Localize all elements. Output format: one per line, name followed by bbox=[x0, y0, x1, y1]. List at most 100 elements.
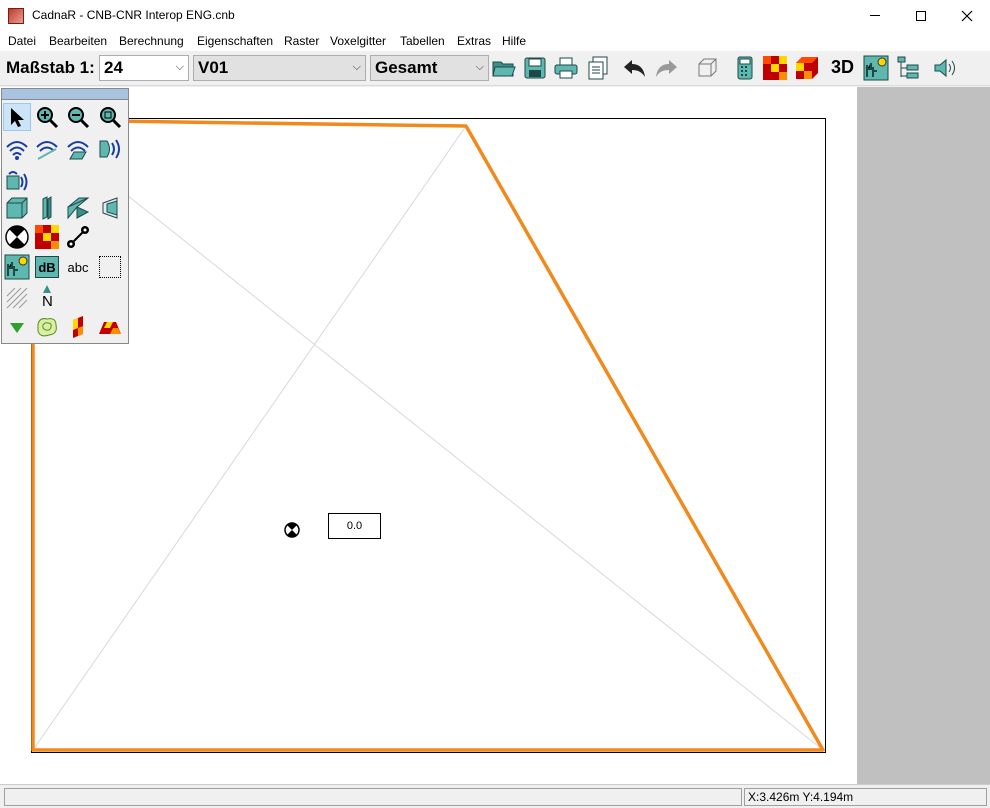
selection-rect-icon bbox=[99, 256, 121, 278]
cursor-coordinates: X:3.426m Y:4.194m bbox=[744, 788, 987, 806]
canvas-margin bbox=[857, 87, 990, 784]
menu-bar: Datei Bearbeiten Berechnung Eigenschafte… bbox=[0, 31, 990, 51]
chevron-down-icon: ⌵ bbox=[475, 61, 484, 73]
roof-icon bbox=[99, 322, 121, 334]
menu-hilfe[interactable]: Hilfe bbox=[502, 34, 526, 48]
menu-bearbeiten[interactable]: Bearbeiten bbox=[49, 34, 107, 48]
open-folder-icon[interactable] bbox=[491, 55, 517, 81]
db-label: dB bbox=[38, 259, 56, 275]
receiver-icon[interactable] bbox=[284, 522, 300, 538]
triangle-tool[interactable] bbox=[3, 313, 31, 341]
pointer-tool[interactable] bbox=[3, 103, 31, 131]
source-area-tool[interactable] bbox=[64, 135, 92, 163]
receiver-tool[interactable] bbox=[3, 223, 31, 251]
screen-icon bbox=[67, 197, 90, 220]
zoom-out-icon bbox=[68, 107, 90, 129]
source-box-icon bbox=[6, 171, 28, 191]
wall-icon bbox=[42, 196, 52, 220]
print-icon[interactable] bbox=[553, 55, 579, 81]
triangle-icon bbox=[10, 323, 24, 333]
save-icon[interactable] bbox=[522, 55, 548, 81]
calculator-icon[interactable] bbox=[732, 55, 758, 81]
measure-line-icon bbox=[67, 226, 89, 248]
variant-value: V01 bbox=[198, 58, 229, 77]
mode-value: Gesamt bbox=[375, 58, 438, 77]
barrier-tool[interactable] bbox=[96, 194, 124, 222]
speaker-icon[interactable] bbox=[932, 55, 958, 81]
title-bar: CadnaR - CNB-CNR Interop ENG.cnb bbox=[0, 0, 990, 31]
north-arrow-tool[interactable]: N bbox=[33, 284, 61, 312]
menu-raster[interactable]: Raster bbox=[284, 34, 319, 48]
redo-icon[interactable] bbox=[653, 55, 679, 81]
zoom-in-tool[interactable] bbox=[33, 103, 61, 131]
source-point-tool[interactable] bbox=[3, 135, 31, 163]
contour-icon bbox=[37, 318, 57, 337]
wall-tool[interactable] bbox=[33, 194, 61, 222]
minimize-button[interactable] bbox=[852, 0, 898, 31]
undo-icon[interactable] bbox=[622, 55, 648, 81]
menu-voxelgitter[interactable]: Voxelgitter bbox=[330, 34, 386, 48]
window-title: CadnaR - CNB-CNR Interop ENG.cnb bbox=[32, 8, 235, 22]
selection-rect-tool[interactable] bbox=[96, 253, 124, 281]
chevron-down-icon: ⌵ bbox=[352, 61, 361, 73]
barrier-icon bbox=[102, 197, 118, 219]
maximize-icon bbox=[916, 10, 926, 21]
source-area-icon bbox=[67, 141, 89, 160]
3d-view-button[interactable]: 3D bbox=[831, 57, 854, 78]
bitmap-tool[interactable] bbox=[3, 253, 31, 281]
text-tool[interactable]: abc bbox=[64, 253, 92, 281]
minimize-icon bbox=[870, 15, 880, 16]
grid-3d-icon[interactable] bbox=[794, 55, 820, 81]
bitmap-icon bbox=[4, 254, 30, 280]
menu-tabellen[interactable]: Tabellen bbox=[400, 34, 445, 48]
zoom-fit-tool[interactable] bbox=[96, 103, 124, 131]
source-box-tool[interactable] bbox=[3, 166, 31, 194]
scale-value: 24 bbox=[104, 58, 123, 77]
room-block-icon bbox=[6, 197, 28, 219]
scale-label: Maßstab 1: bbox=[6, 58, 95, 77]
bitmap-icon[interactable] bbox=[863, 55, 889, 81]
receiver-tool-icon bbox=[5, 225, 29, 249]
zoom-out-tool[interactable] bbox=[64, 103, 92, 131]
menu-extras[interactable]: Extras bbox=[457, 34, 491, 48]
text-icon: abc bbox=[67, 259, 89, 275]
palette-title-bar[interactable] bbox=[2, 89, 128, 100]
close-icon bbox=[961, 10, 973, 21]
grid-tool[interactable] bbox=[33, 223, 61, 251]
pointer-icon bbox=[11, 108, 24, 127]
grid-map-icon[interactable] bbox=[762, 55, 788, 81]
hatch-tool[interactable] bbox=[3, 284, 31, 312]
close-button[interactable] bbox=[944, 0, 990, 31]
guide-lines bbox=[32, 119, 824, 751]
grid-icon bbox=[35, 225, 59, 249]
receiver-level-label[interactable]: 0.0 bbox=[328, 513, 381, 539]
source-directional-tool[interactable] bbox=[96, 135, 124, 163]
copy-document-icon[interactable] bbox=[585, 55, 611, 81]
db-tool[interactable]: dB bbox=[33, 253, 61, 281]
mode-combo[interactable]: Gesamt ⌵ bbox=[370, 55, 489, 81]
source-line-icon bbox=[36, 141, 58, 160]
north-arrow-icon: N bbox=[37, 285, 57, 311]
roof-tool[interactable] bbox=[96, 313, 124, 341]
source-line-tool[interactable] bbox=[33, 135, 61, 163]
scale-combo[interactable]: 24 ⌵ bbox=[99, 55, 189, 81]
maximize-button[interactable] bbox=[898, 0, 944, 31]
menu-eigenschaften[interactable]: Eigenschaften bbox=[197, 34, 273, 48]
menu-datei[interactable]: Datei bbox=[8, 34, 36, 48]
facade-tool[interactable] bbox=[64, 313, 92, 341]
room-block-tool[interactable] bbox=[3, 194, 31, 222]
db-icon: dB bbox=[35, 256, 59, 278]
menu-berechnung[interactable]: Berechnung bbox=[119, 34, 184, 48]
zoom-fit-icon bbox=[100, 107, 122, 129]
screen-tool[interactable] bbox=[64, 194, 92, 222]
3d-box-icon[interactable] bbox=[694, 55, 720, 81]
tree-icon[interactable] bbox=[895, 55, 921, 81]
guide-diagonal-1 bbox=[32, 119, 824, 751]
facade-icon bbox=[73, 316, 83, 338]
zoom-in-icon bbox=[37, 107, 59, 129]
hatch-icon bbox=[6, 287, 28, 309]
measure-line-tool[interactable] bbox=[64, 223, 92, 251]
variant-combo[interactable]: V01 ⌵ bbox=[193, 55, 366, 81]
contour-tool[interactable] bbox=[33, 313, 61, 341]
status-message bbox=[4, 788, 742, 806]
